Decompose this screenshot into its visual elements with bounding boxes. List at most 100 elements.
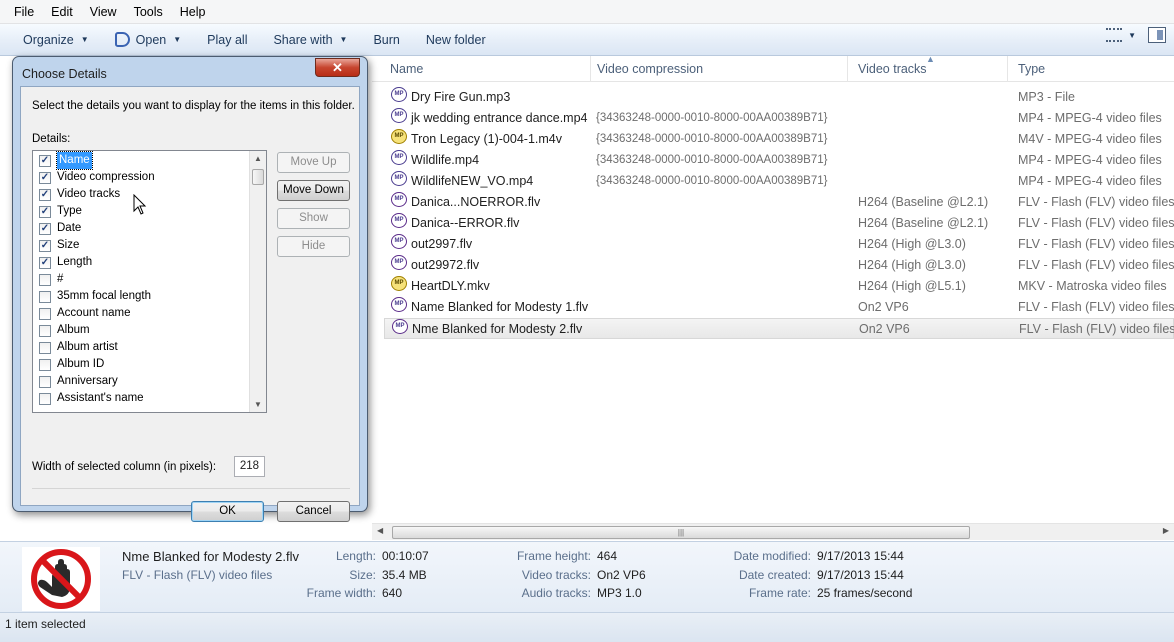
hide-button[interactable]: Hide <box>277 236 350 257</box>
scroll-down-icon[interactable]: ▼ <box>254 400 262 409</box>
detail-checkbox[interactable] <box>39 307 51 320</box>
move-up-button[interactable]: Move Up <box>277 152 350 173</box>
command-bar: Organize ▼ Open ▼ Play all Share with ▼ Bur… <box>0 24 1174 56</box>
scroll-right-icon[interactable]: ▶ <box>1163 526 1169 535</box>
file-list: Name Video compression Video tracks Type… <box>372 54 1174 541</box>
details-view-icon[interactable] <box>1106 28 1123 42</box>
file-row[interactable]: MP HeartDLY.mkv H264 (High @L5.1) MKV - Mat… <box>384 276 1174 297</box>
new-folder-button[interactable]: New folder <box>413 28 499 52</box>
menu-help[interactable]: Help <box>180 5 206 19</box>
file-type: MP3 - File <box>1018 90 1075 104</box>
flv-file-icon: MP <box>391 234 407 249</box>
menu-view[interactable]: View <box>90 5 117 19</box>
detail-checkbox[interactable]: ✓ <box>39 222 51 235</box>
scroll-left-icon[interactable]: ◀ <box>377 526 383 535</box>
detail-item[interactable]: Anniversary <box>39 373 118 390</box>
file-row[interactable]: MP out29972.flv H264 (High @L3.0) FLV - Fla… <box>384 255 1174 276</box>
detail-item[interactable]: Album ID <box>39 356 104 373</box>
file-row[interactable]: MP Tron Legacy (1)-004-1.m4v {34363248-000… <box>384 129 1174 150</box>
detail-item[interactable]: Album artist <box>39 339 118 356</box>
detail-item[interactable]: ✓ Date <box>39 220 81 237</box>
open-button[interactable]: Open ▼ <box>102 28 195 52</box>
detail-item-label: Type <box>57 205 82 217</box>
detail-checkbox[interactable] <box>39 273 51 286</box>
detail-checkbox[interactable] <box>39 341 51 354</box>
scrollbar-thumb[interactable] <box>252 169 264 185</box>
file-video-tracks: H264 (High @L5.1) <box>858 279 966 293</box>
file-row[interactable]: MP Wildlife.mp4 {34363248-0000-0010-8000-0… <box>384 150 1174 171</box>
detail-item[interactable]: Album <box>39 322 90 339</box>
show-button[interactable]: Show <box>277 208 350 229</box>
length-label: Length: <box>335 549 376 563</box>
details-listbox[interactable]: ✓ Name ✓ Video compression ✓ Video tracks ✓ Typ… <box>32 150 267 413</box>
burn-button[interactable]: Burn <box>360 28 412 52</box>
detail-checkbox[interactable]: ✓ <box>39 188 51 201</box>
frame-rate-label: Frame rate: <box>748 586 811 600</box>
file-row[interactable]: MP WildlifeNEW_VO.mp4 {34363248-0000-0010-… <box>384 171 1174 192</box>
column-header-name[interactable]: Name <box>380 56 591 82</box>
detail-checkbox[interactable]: ✓ <box>39 171 51 184</box>
dialog-separator <box>32 488 350 489</box>
scroll-up-icon[interactable]: ▲ <box>254 154 262 163</box>
detail-item[interactable]: ✓ Name <box>39 151 93 170</box>
menu-edit[interactable]: Edit <box>51 5 73 19</box>
file-row[interactable]: MP Dry Fire Gun.mp3 MP3 - File <box>384 87 1174 108</box>
detail-item[interactable]: Account name <box>39 305 131 322</box>
file-row[interactable]: MP Nme Blanked for Modesty 2.flv On2 VP6 FL… <box>384 318 1174 339</box>
organize-button[interactable]: Organize ▼ <box>10 28 102 52</box>
detail-checkbox[interactable] <box>39 375 51 388</box>
file-row[interactable]: MP jk wedding entrance dance.mp4 {34363248… <box>384 108 1174 129</box>
move-down-button[interactable]: Move Down <box>277 180 350 201</box>
date-modified-label: Date modified: <box>733 549 811 563</box>
file-type: FLV - Flash (FLV) video files <box>1018 237 1174 251</box>
file-type: MP4 - MPEG-4 video files <box>1018 153 1162 167</box>
detail-checkbox[interactable] <box>39 392 51 405</box>
detail-item[interactable]: # <box>39 271 63 288</box>
frame-rate-value: 25 frames/second <box>817 586 913 600</box>
ok-button[interactable]: OK <box>191 501 264 522</box>
close-button[interactable]: ✕ <box>315 58 360 77</box>
scrollbar-thumb[interactable]: ||| <box>392 526 970 539</box>
detail-item[interactable]: Assistant's name <box>39 390 144 407</box>
flv-file-icon: MP <box>391 213 407 228</box>
detail-checkbox[interactable] <box>39 358 51 371</box>
preview-pane-icon[interactable] <box>1148 27 1166 43</box>
cancel-button[interactable]: Cancel <box>277 501 350 522</box>
share-with-button[interactable]: Share with ▼ <box>260 28 360 52</box>
detail-item[interactable]: ✓ Length <box>39 254 92 271</box>
detail-item[interactable]: ✓ Video compression <box>39 169 155 186</box>
detail-item[interactable]: ✓ Type <box>39 203 82 220</box>
horizontal-scrollbar[interactable]: ◀ ||| ▶ <box>372 523 1174 540</box>
detail-item-label: # <box>57 273 64 285</box>
file-row[interactable]: MP Name Blanked for Modesty 1.flv On2 VP6 F… <box>384 297 1174 318</box>
file-name: jk wedding entrance dance.mp4 <box>411 111 588 125</box>
file-row[interactable]: MP out2997.flv H264 (High @L3.0) FLV - Flas… <box>384 234 1174 255</box>
detail-item-label: Anniversary <box>57 375 118 387</box>
detail-checkbox[interactable]: ✓ <box>39 256 51 269</box>
detail-item[interactable]: 35mm focal length <box>39 288 151 305</box>
detail-checkbox[interactable]: ✓ <box>39 205 51 218</box>
column-header-type[interactable]: Type <box>1008 56 1174 82</box>
column-width-input[interactable]: 218 <box>234 456 265 477</box>
menu-file[interactable]: File <box>14 5 34 19</box>
file-row[interactable]: MP Danica...NOERROR.flv H264 (Baseline @L2… <box>384 192 1174 213</box>
play-all-button[interactable]: Play all <box>194 28 260 52</box>
file-row[interactable]: MP Danica--ERROR.flv H264 (Baseline @L2.1)… <box>384 213 1174 234</box>
dialog-description: Select the details you want to display f… <box>32 100 355 112</box>
column-header-video-compression[interactable]: Video compression <box>587 56 848 82</box>
detail-checkbox[interactable] <box>39 290 51 303</box>
menu-tools[interactable]: Tools <box>134 5 163 19</box>
chevron-down-icon[interactable]: ▼ <box>1128 31 1136 40</box>
status-bar: 1 item selected <box>0 612 1174 642</box>
vertical-scrollbar[interactable]: ▲ ▼ <box>249 151 266 412</box>
detail-checkbox[interactable] <box>39 324 51 337</box>
detail-checkbox[interactable]: ✓ <box>39 239 51 252</box>
detail-item[interactable]: ✓ Size <box>39 237 79 254</box>
detail-item[interactable]: ✓ Video tracks <box>39 186 120 203</box>
column-headers: Name Video compression Video tracks Type… <box>372 54 1174 82</box>
file-type: FLV - Flash (FLV) video files <box>1018 195 1174 209</box>
detail-item-label: Album ID <box>57 358 105 370</box>
detail-checkbox[interactable]: ✓ <box>39 154 51 167</box>
dialog-title: Choose Details <box>22 67 107 81</box>
size-value: 35.4 MB <box>382 568 427 582</box>
